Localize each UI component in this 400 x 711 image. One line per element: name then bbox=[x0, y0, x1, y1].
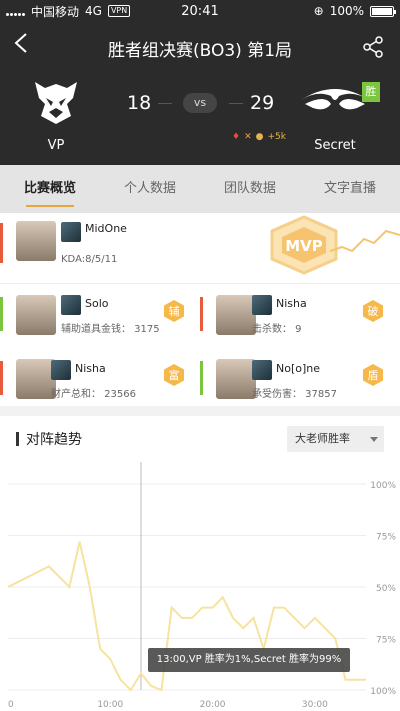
vs-divider-right bbox=[229, 103, 243, 104]
win-badge: 胜 bbox=[362, 82, 380, 102]
vs-badge: vs bbox=[183, 93, 217, 113]
tab-player-stats[interactable]: 个人数据 bbox=[100, 165, 200, 213]
team-left-score: 18 bbox=[127, 92, 152, 114]
vs-divider-left bbox=[158, 103, 172, 104]
award-stat: 财产总和： 23566 bbox=[51, 389, 136, 400]
team-accent-green bbox=[0, 297, 3, 331]
hero-icon bbox=[252, 295, 272, 315]
y-tick-label: 100% bbox=[370, 687, 396, 697]
hero-icon bbox=[61, 222, 81, 242]
mvp-kda: KDA:8/5/11 bbox=[61, 254, 118, 265]
rotation-lock-icon: ⊕ bbox=[313, 4, 324, 18]
tank-award-icon: 盾 bbox=[363, 364, 383, 386]
y-tick-label: 75% bbox=[376, 533, 396, 543]
network-label: 4G bbox=[85, 4, 102, 18]
team-accent-red bbox=[0, 223, 3, 263]
signal-icon bbox=[6, 7, 25, 16]
award-tag: 盾 bbox=[368, 369, 379, 382]
award-player-name: Solo bbox=[85, 297, 109, 310]
win-rate-chart[interactable]: 100% 75% 50% 75% 100% 0 10:00 20:00 30:00 bbox=[0, 462, 400, 711]
page-title: 胜者组决赛(BO3) 第1局 bbox=[107, 41, 293, 61]
objective-icons: ♦ ✕ ● +5k bbox=[232, 132, 286, 142]
team-right-score: 29 bbox=[250, 92, 275, 114]
avatar bbox=[16, 359, 56, 399]
crossed-swords-icon: ✕ bbox=[244, 132, 252, 142]
first-blood-icon: ♦ bbox=[232, 132, 241, 142]
avatar bbox=[216, 359, 256, 399]
award-stat: 承受伤害： 37857 bbox=[252, 389, 337, 400]
status-right: ⊕ 100% bbox=[313, 4, 396, 18]
battery-icon bbox=[370, 5, 396, 17]
hero-icon bbox=[252, 360, 272, 380]
status-bar: 中国移动 4G VPN 20:41 ⊕ 100% bbox=[0, 0, 400, 22]
wealth-award-icon: 富 bbox=[164, 364, 184, 386]
trend-title: 对阵趋势 bbox=[26, 432, 82, 448]
avatar bbox=[16, 221, 56, 261]
tab-overview[interactable]: 比赛概览 bbox=[0, 165, 100, 213]
kills-award-icon: 破 bbox=[363, 300, 383, 322]
trend-header: 对阵趋势 大老师胜率 bbox=[0, 416, 400, 462]
tab-live-text[interactable]: 文字直播 bbox=[300, 165, 400, 213]
hero-icon bbox=[61, 295, 81, 315]
y-tick-label: 50% bbox=[376, 584, 396, 594]
award-stat: 击杀数： 9 bbox=[252, 324, 302, 335]
hero-icon bbox=[51, 360, 71, 380]
x-tick-label: 0 bbox=[8, 700, 14, 710]
x-tick-label: 10:00 bbox=[97, 700, 123, 710]
section-separator bbox=[0, 406, 400, 416]
status-left: 中国移动 4G VPN bbox=[6, 3, 314, 20]
award-tag: 辅 bbox=[169, 304, 180, 318]
gold-advantage: +5k bbox=[267, 132, 286, 142]
mvp-badge-label: MVP bbox=[285, 237, 323, 255]
share-icon[interactable] bbox=[362, 36, 384, 58]
carrier-label: 中国移动 bbox=[31, 4, 80, 19]
chevron-down-icon bbox=[370, 437, 378, 442]
team-accent-red bbox=[200, 297, 203, 331]
divider bbox=[0, 283, 400, 284]
award-player-name: No[o]ne bbox=[276, 362, 321, 375]
tab-team-stats[interactable]: 团队数据 bbox=[200, 165, 300, 213]
team-right-name: Secret bbox=[314, 138, 356, 153]
y-tick-label: 75% bbox=[376, 636, 396, 646]
battery-label: 100% bbox=[329, 4, 364, 18]
match-header: 胜者组决赛(BO3) 第1局 VP 18 vs 29 Secret 胜 ♦ ✕ … bbox=[0, 22, 400, 165]
mvp-card[interactable]: MidOne KDA:8/5/11 MVP bbox=[0, 213, 400, 283]
select-value: 大老师胜率 bbox=[295, 432, 350, 445]
mvp-player-name: MidOne bbox=[85, 222, 127, 235]
award-tag: 破 bbox=[368, 304, 379, 318]
award-stat: 辅助道具金钱： 3175 bbox=[61, 324, 160, 335]
y-tick-label: 100% bbox=[370, 481, 396, 491]
mvp-trend-decoration bbox=[330, 229, 400, 253]
team-accent-red bbox=[0, 361, 3, 395]
tab-bar: 比赛概览 个人数据 团队数据 文字直播 bbox=[0, 165, 400, 213]
avatar bbox=[16, 295, 56, 335]
overview-content: MidOne KDA:8/5/11 MVP Solo 辅助道具金钱： 3175 … bbox=[0, 213, 400, 711]
support-award-icon: 辅 bbox=[164, 300, 184, 322]
x-tick-label: 30:00 bbox=[302, 700, 328, 710]
chart-tooltip: 13:00,VP 胜率为1%,Secret 胜率为99% bbox=[148, 648, 350, 672]
vpn-badge: VPN bbox=[107, 5, 131, 17]
team-left-name: VP bbox=[47, 138, 65, 153]
award-player-name: Nisha bbox=[276, 297, 307, 310]
award-player-name: Nisha bbox=[75, 362, 106, 375]
win-rate-source-select[interactable]: 大老师胜率 bbox=[287, 426, 384, 452]
section-marker bbox=[16, 432, 19, 446]
vp-logo-icon bbox=[35, 82, 77, 124]
team-accent-green bbox=[200, 361, 203, 395]
award-tag: 富 bbox=[169, 368, 180, 382]
gold-icon: ● bbox=[255, 132, 264, 142]
team-left[interactable]: VP bbox=[24, 78, 88, 153]
avatar bbox=[216, 295, 256, 335]
x-tick-label: 20:00 bbox=[200, 700, 226, 710]
